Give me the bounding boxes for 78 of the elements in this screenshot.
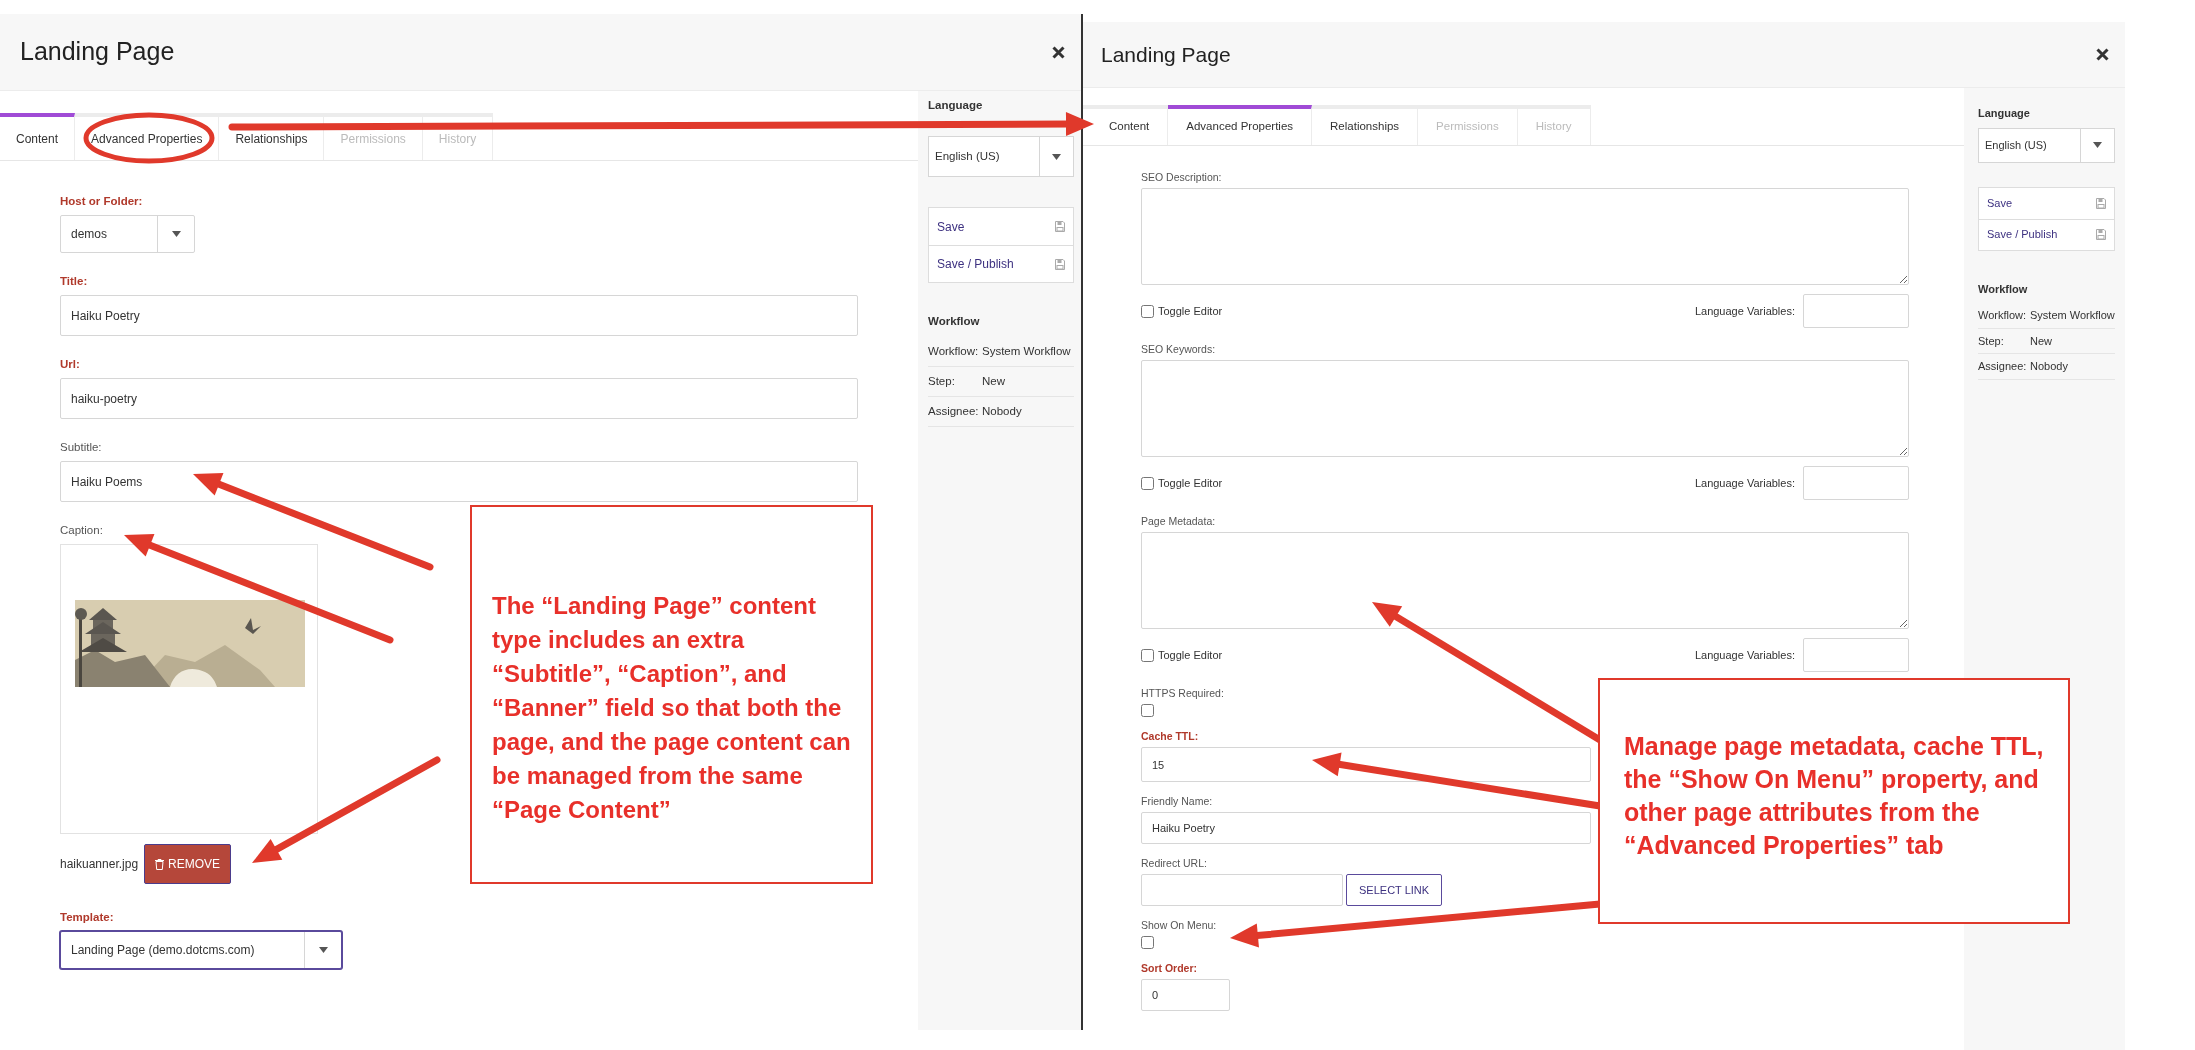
section-title: Language [1978,106,2031,121]
select-link-button[interactable]: SELECT LINK [1346,874,1443,906]
checkbox[interactable] [1141,648,1154,662]
text-field[interactable]: haiku-poetry [60,378,858,419]
field-label: Host or Folder: [60,194,143,209]
field-label: Show On Menu: [1141,918,1217,932]
info-value: Nobody [2030,359,2068,374]
text-field[interactable]: Haiku Poems [60,461,858,502]
section-title: Workflow [928,314,981,330]
field-label: Friendly Name: [1141,794,1213,808]
tab[interactable]: Advanced Properties [1168,105,1313,145]
info-label: Step: [928,373,956,389]
field-label: Language Variables: [1694,303,1795,319]
field-label: Template: [60,910,114,925]
text-field[interactable]: Haiku Poetry [60,295,858,336]
field-label: SEO Keywords: [1141,342,1216,356]
section-title: Language [928,98,984,113]
text-field[interactable]: 0 [1141,979,1230,1011]
checkbox[interactable] [1141,936,1154,949]
dialog-title: Landing Page [1101,41,1231,68]
text-field[interactable]: 15 [1141,747,1591,782]
file-name: haikuanner.jpg [60,856,139,873]
dropdown-field[interactable]: Landing Page (demo.dotcms.com) [60,931,343,969]
caret-icon [2093,142,2102,148]
save-icon [2096,197,2106,209]
text-field[interactable]: Haiku Poetry [1141,812,1591,844]
checkbox-label: Toggle Editor [1158,647,1223,663]
text-field[interactable] [1803,638,1909,672]
field-label: Sort Order: [1141,961,1197,975]
close-icon[interactable] [2096,48,2109,61]
save-icon [1055,258,1065,270]
checkbox[interactable] [1141,476,1154,490]
info-label: Workflow: [1978,308,2028,323]
field-label: Language Variables: [1694,647,1795,663]
caret-icon [1052,153,1061,160]
trash-icon [155,858,165,870]
caret-icon [318,947,328,953]
tab[interactable]: Content [0,113,76,160]
field-label: Title: [60,274,88,289]
checkbox[interactable] [1141,304,1154,318]
info-label: Assignee: [1978,359,2028,374]
language-dropdown[interactable]: English (US) [928,136,1074,178]
info-label: Workflow: [928,343,980,359]
close-icon[interactable] [1052,45,1065,59]
field-label: HTTPS Required: [1141,686,1224,700]
remove-button[interactable]: REMOVE [144,844,232,884]
info-value: System Workflow [982,343,1071,359]
text-field[interactable] [1803,294,1909,328]
text-field[interactable] [1141,874,1343,906]
field-label: Caption: [60,523,103,538]
save-icon [1055,221,1065,233]
info-value: New [2030,333,2052,349]
caret-icon [171,231,181,237]
annotation-note: Manage page metadata, cache TTL, the “Show On Menu” property, and other page attributes from the “Advanced Properties” tab [1598,678,2070,924]
language-dropdown[interactable]: English (US) [1978,127,2115,163]
checkbox[interactable] [1141,704,1154,717]
info-label: Assignee: [928,404,980,419]
info-label: Step: [1978,333,2005,349]
field-label: Page Metadata: [1141,514,1216,528]
field-label: Cache TTL: [1141,729,1199,743]
annotation-note: The “Landing Page” content type includes an extra “Subtitle”, “Caption”, and “Banner” field so that both the page, and the page content can be managed from the same “Page Content” [470,505,873,884]
info-value: System Workflow [2030,308,2115,323]
tab[interactable]: Relationships [1312,105,1419,145]
checkbox-label: Toggle Editor [1158,475,1223,491]
checkbox-label: Toggle Editor [1158,303,1223,319]
info-value: New [982,373,1005,389]
field-label: Subtitle: [60,440,102,455]
field-label: SEO Description: [1141,170,1222,184]
info-value: Nobody [982,404,1022,419]
field-label: Language Variables: [1694,475,1795,491]
field-label: Redirect URL: [1141,856,1207,870]
tab[interactable]: Content [1083,105,1169,145]
text-field[interactable] [1803,466,1909,500]
field-label: Url: [60,357,80,372]
dropdown-field[interactable]: demos [60,215,196,253]
section-title: Workflow [1978,281,2029,297]
save-icon [2096,229,2106,240]
dialog-title: Landing Page [20,36,175,68]
